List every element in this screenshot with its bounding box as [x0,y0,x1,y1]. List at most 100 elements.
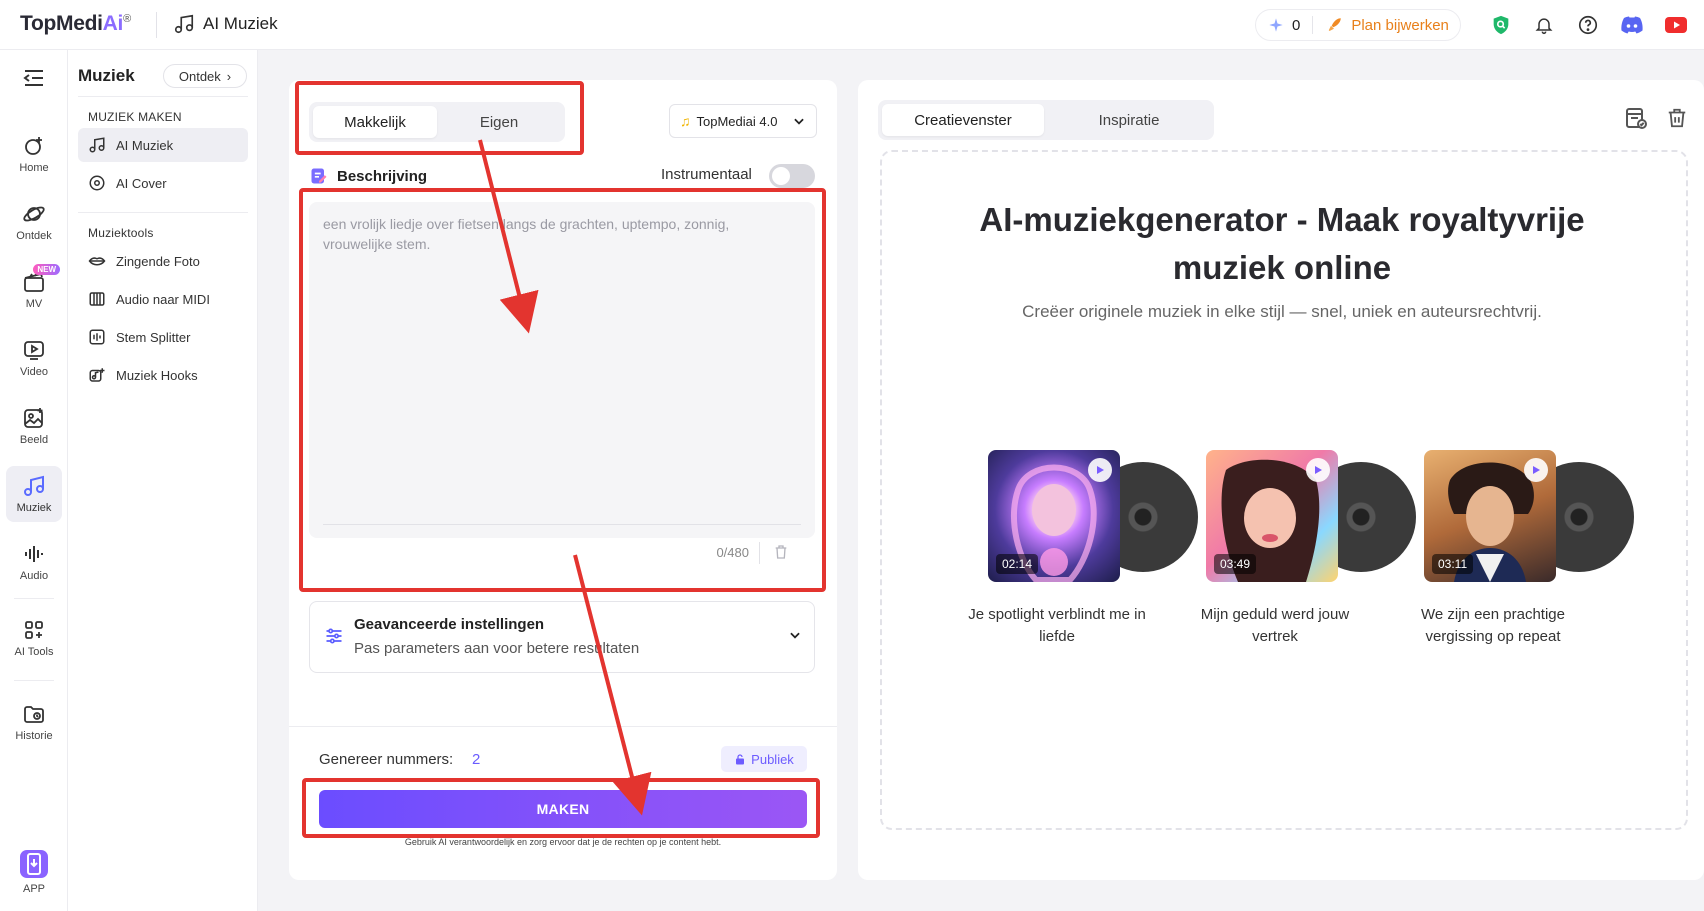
tab-creatievenster[interactable]: Creatievenster [882,104,1044,136]
song-duration: 03:11 [1432,554,1474,574]
chevron-down-icon [794,118,804,125]
plan-upgrade-link[interactable]: Plan bijwerken [1351,17,1449,34]
help-icon[interactable] [1574,11,1602,39]
nav-ai-tools[interactable]: AI Tools [6,610,62,666]
mode-tabs: Makkelijk Eigen [309,102,565,142]
splitter-icon [89,329,105,345]
nav-beeld[interactable]: Beeld [6,398,62,454]
lock-icon [736,753,745,764]
advanced-settings[interactable]: Geavanceerde instellingen Pas parameters… [309,601,815,673]
nav-app[interactable]: APP [6,840,62,904]
nav-home[interactable]: Home [6,126,62,182]
output-tabs: Creatievenster Inspiratie [878,100,1214,140]
hooks-icon [89,368,105,382]
tab-makkelijk[interactable]: Makkelijk [313,106,437,138]
waveform-icon [25,546,43,562]
credits-count: 0 [1292,16,1301,34]
song-duration: 03:49 [1214,554,1257,574]
song-title: Mijn geduld werd jouw vertrek [1200,606,1350,645]
piano-icon [89,292,105,306]
public-toggle[interactable]: Publiek [721,746,807,772]
maken-button[interactable]: MAKEN [319,790,807,828]
section-label: Muziektools [88,226,154,240]
music-note-icon: ♫ [680,113,691,129]
divider [78,96,248,97]
edit-note-icon [311,168,327,184]
char-counter: 0/480 [716,545,749,560]
nav-video[interactable]: Video [6,330,62,386]
disclaimer: Gebruik AI verantwoordelijk en zorg ervo… [404,837,722,847]
nav-ontdek[interactable]: Ontdek [6,194,62,250]
play-icon[interactable] [1306,458,1330,482]
history-folder-icon [24,706,44,723]
generate-count[interactable]: 2 [472,751,480,768]
music-note-icon [174,14,194,34]
description-field-wrap [309,202,815,538]
nav-muziek[interactable]: Muziek [6,466,62,522]
subnav-item-muziek-hooks[interactable]: Muziek Hooks [78,358,248,392]
sliders-icon [326,628,342,644]
subnav-item-ai-cover[interactable]: AI Cover [78,166,248,200]
left-nav: Home Ontdek NEW MV Video Beeld Muziek Au… [0,50,68,911]
youtube-icon[interactable] [1662,11,1690,39]
collapse-sidebar-icon[interactable] [22,68,46,93]
subnav-item-zingende-foto[interactable]: Zingende Foto [78,244,248,278]
chevron-down-icon [790,632,800,639]
play-icon[interactable] [1088,458,1112,482]
shield-icon[interactable] [1487,11,1515,39]
model-select[interactable]: ♫ TopMediai 4.0 [669,104,817,138]
play-icon[interactable] [1524,458,1548,482]
discord-icon[interactable] [1618,11,1646,39]
generate-label: Genereer nummers: [319,751,454,768]
subnav-item-ai-muziek[interactable]: AI Muziek [78,128,248,162]
page-title: AI Muziek [173,13,278,35]
divider [14,598,54,599]
section-label: MUZIEK MAKEN [88,110,182,124]
divider [323,524,801,525]
image-icon [24,408,43,428]
disc-icon [89,175,105,191]
advanced-subtitle: Pas parameters aan voor betere resultate… [354,640,640,657]
subnav-item-stem-splitter[interactable]: Stem Splitter [78,320,248,354]
tab-inspiratie[interactable]: Inspiratie [1048,104,1210,136]
divider [289,726,837,727]
nav-historie[interactable]: Historie [6,694,62,750]
rocket-icon [1329,18,1342,31]
subnav-title: Muziek [78,66,135,85]
nav-mv[interactable]: NEW MV [6,262,62,318]
instrumental-toggle[interactable] [769,164,815,188]
nav-audio[interactable]: Audio [6,534,62,590]
music-icon [24,475,44,496]
ontdek-button[interactable]: Ontdek › [163,64,247,88]
chevron-right-icon: › [226,68,232,84]
top-bar: TopMediAi® AI Muziek 0 Plan bijwerken [0,0,1704,50]
sub-nav: Muziek Ontdek › MUZIEK MAKEN AI Muziek A… [68,50,258,911]
new-badge: NEW [33,264,60,275]
logo[interactable]: TopMediAi® [20,12,131,36]
video-icon [24,341,44,360]
sparkle-icon [1269,18,1283,32]
advanced-title: Geavanceerde instellingen [354,616,545,633]
credits-pill[interactable]: 0 Plan bijwerken [1255,9,1461,41]
divider [156,12,157,38]
tab-eigen[interactable]: Eigen [437,106,561,138]
instrumental-label: Instrumentaal [661,166,752,183]
output-panel: Creatievenster Inspiratie AI-muziekgener… [858,80,1704,880]
description-input[interactable] [309,202,815,524]
hero-title: AI-muziekgenerator - Maak royaltyvrije m… [979,201,1585,286]
bell-icon[interactable] [1530,11,1558,39]
song-duration: 02:14 [996,554,1039,574]
grid-icon [25,621,43,639]
select-list-icon[interactable] [1624,106,1648,135]
lips-icon [88,257,106,266]
song-title: Je spotlight verblindt me in liefde [968,606,1146,645]
subnav-item-audio-naar-midi[interactable]: Audio naar MIDI [78,282,248,316]
divider [78,212,248,213]
hero-subtitle: Creëer originele muziek in elke stijl — … [1022,302,1542,321]
delete-icon[interactable] [1666,106,1688,135]
planet-icon [23,206,45,222]
divider [759,542,760,564]
clear-text-icon[interactable] [773,543,789,566]
music-note-icon [89,137,105,153]
music-form-card: Makkelijk Eigen ♫ TopMediai 4.0 Beschrij… [289,80,837,880]
